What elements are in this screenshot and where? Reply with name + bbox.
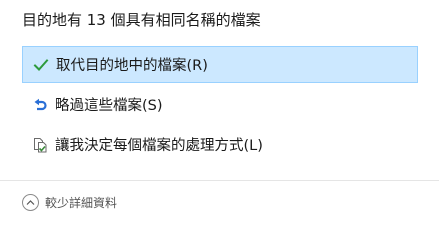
- replace-files-label: 取代目的地中的檔案(R): [56, 58, 208, 74]
- skip-files-option[interactable]: 略過這些檔案(S): [22, 86, 418, 123]
- footer-divider: [0, 180, 439, 181]
- replace-files-option[interactable]: 取代目的地中的檔案(R): [22, 46, 418, 83]
- less-details-label: 較少詳細資料: [45, 195, 118, 210]
- dialog-title: 目的地有 13 個具有相同名稱的檔案: [22, 11, 261, 29]
- less-details-toggle[interactable]: 較少詳細資料: [22, 192, 117, 212]
- chevron-up-icon: [22, 193, 39, 211]
- compare-files-icon: [31, 136, 49, 154]
- skip-files-label: 略過這些檔案(S): [55, 98, 163, 114]
- skip-arrow-icon: [31, 96, 49, 114]
- decide-each-file-label: 讓我決定每個檔案的處理方式(L): [55, 138, 263, 154]
- file-conflict-dialog: 目的地有 13 個具有相同名稱的檔案 取代目的地中的檔案(R) 略過這些檔案(S…: [0, 0, 439, 224]
- decide-each-file-option[interactable]: 讓我決定每個檔案的處理方式(L): [22, 126, 418, 163]
- checkmark-icon: [32, 56, 50, 74]
